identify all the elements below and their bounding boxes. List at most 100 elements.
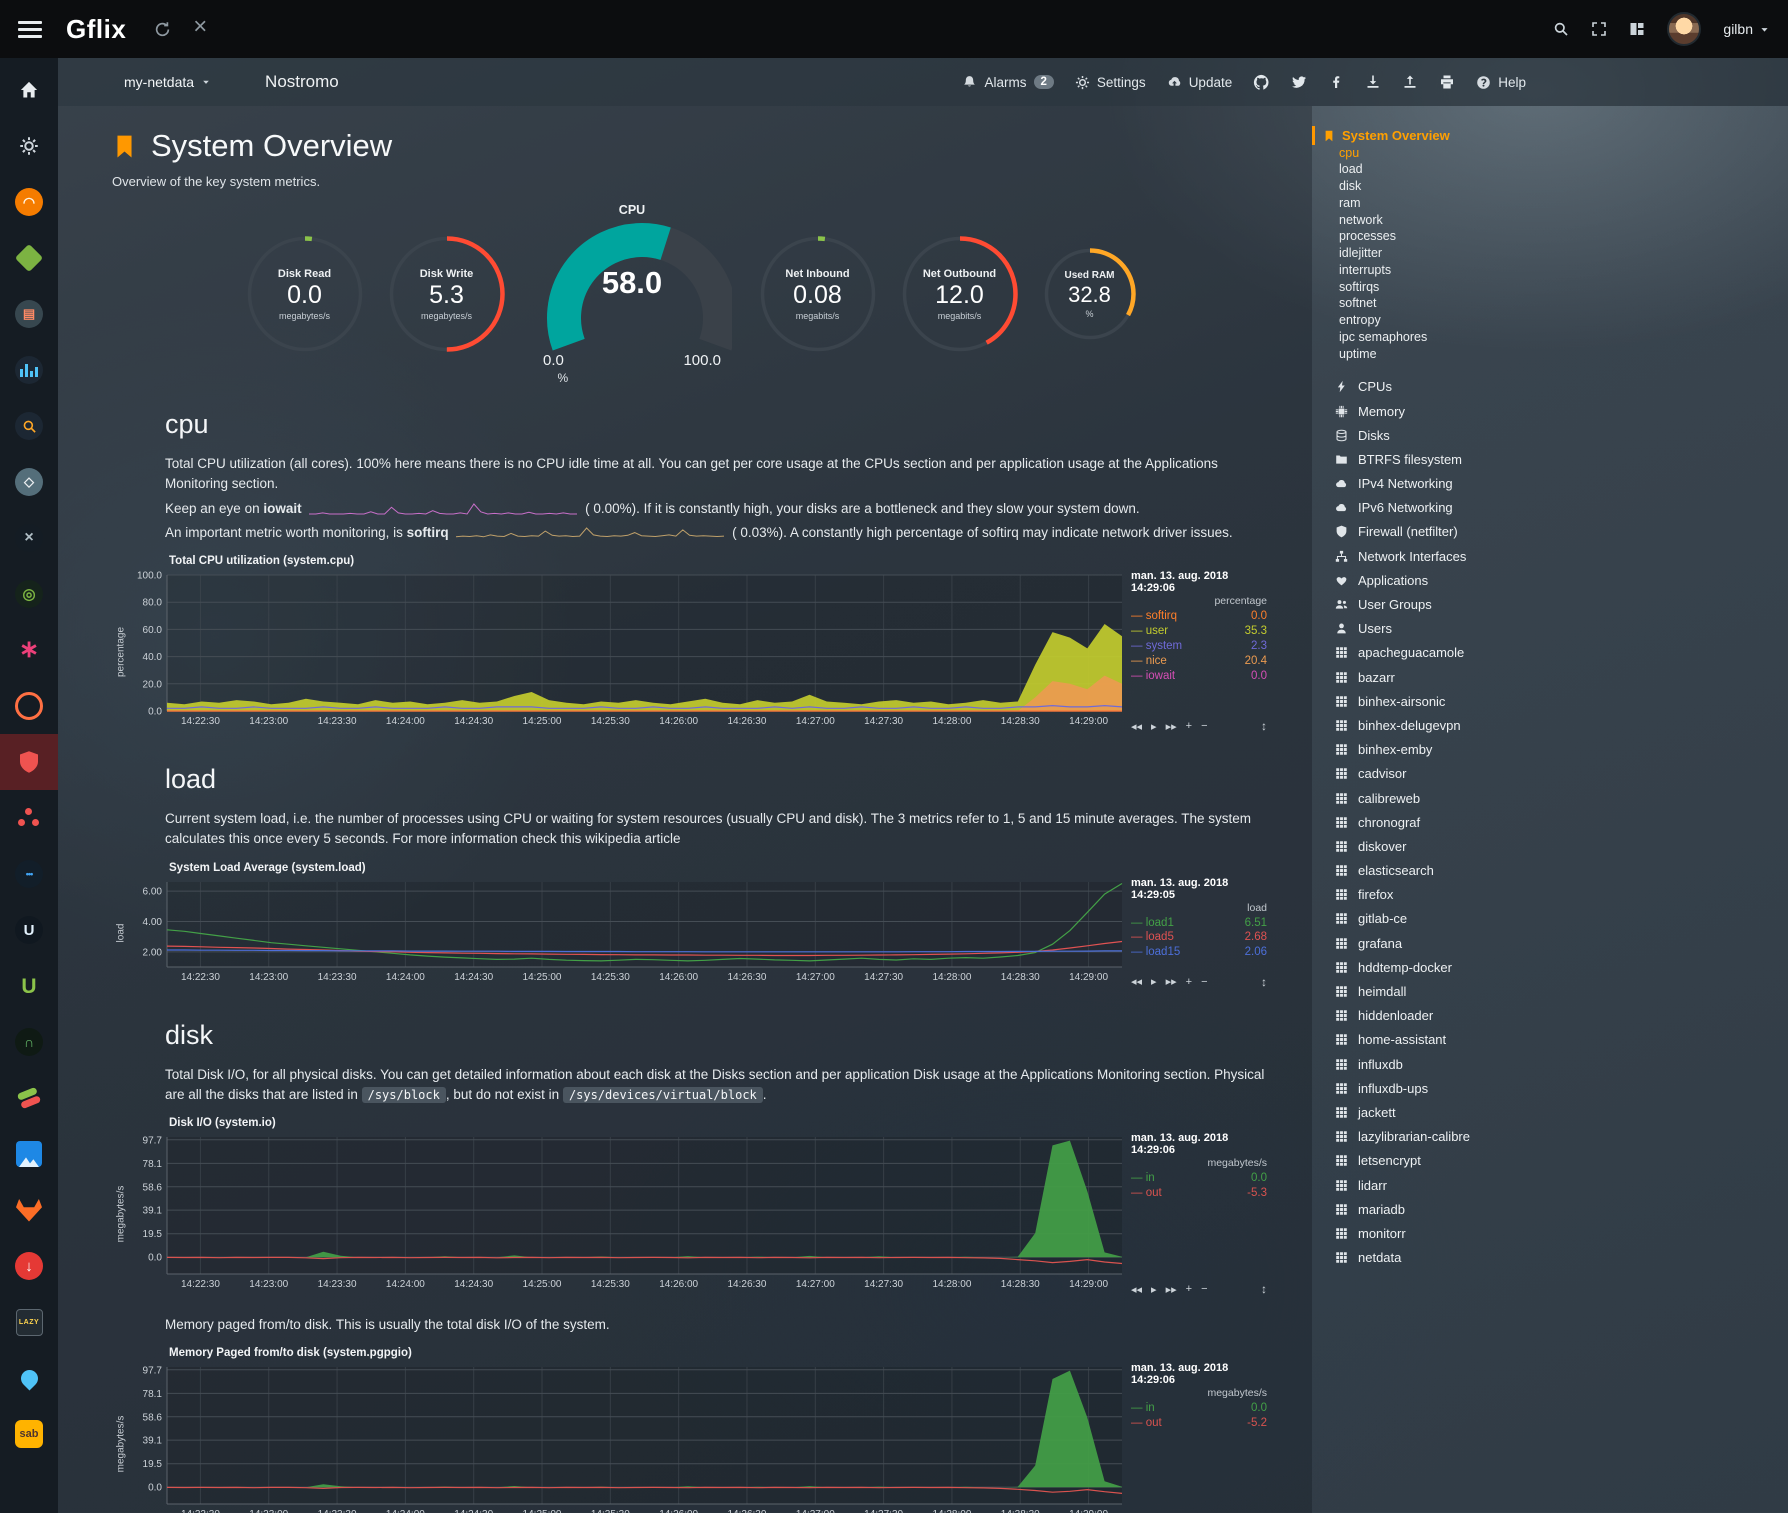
play-icon[interactable]: ▸ bbox=[1151, 1283, 1157, 1296]
cpu-chart[interactable]: Total CPU utilization (system.cpu)percen… bbox=[133, 555, 1270, 734]
sidebar-app-19-icon[interactable] bbox=[0, 1182, 58, 1238]
sidebar-app-14-icon[interactable]: U bbox=[0, 902, 58, 958]
menu-icon[interactable] bbox=[18, 17, 42, 42]
nav-app-elasticsearch[interactable]: elasticsearch bbox=[1312, 859, 1782, 883]
sidebar-app-22-icon[interactable] bbox=[0, 1350, 58, 1406]
nav-app-heimdall[interactable]: heimdall bbox=[1312, 979, 1782, 1003]
zoom-in-icon[interactable]: + bbox=[1186, 976, 1192, 988]
sidebar-app-17-icon[interactable] bbox=[0, 1070, 58, 1126]
nav-app-binhex-emby[interactable]: binhex-emby bbox=[1312, 738, 1782, 762]
sidebar-app-21-icon[interactable]: LAZY bbox=[0, 1294, 58, 1350]
nav-item-ipc-semaphores[interactable]: ipc semaphores bbox=[1312, 329, 1782, 346]
zoom-out-icon[interactable]: − bbox=[1201, 720, 1207, 732]
nav-section-btrfs-filesystem[interactable]: BTRFS filesystem bbox=[1312, 447, 1782, 471]
nav-item-softnet[interactable]: softnet bbox=[1312, 296, 1782, 313]
alarms-button[interactable]: Alarms 2 bbox=[962, 75, 1053, 90]
sidebar-app-2-icon[interactable] bbox=[0, 230, 58, 286]
resize-handle-icon[interactable]: ↕ bbox=[1261, 719, 1267, 733]
nav-app-bazarr[interactable]: bazarr bbox=[1312, 665, 1782, 689]
pan-backward-icon[interactable]: ◂◂ bbox=[1131, 720, 1142, 733]
sidebar-app-6-icon[interactable]: ◇ bbox=[0, 454, 58, 510]
legend-entry-user[interactable]: user35.3 bbox=[1131, 624, 1267, 639]
legend-entry-system[interactable]: system2.3 bbox=[1131, 639, 1267, 654]
nav-app-cadvisor[interactable]: cadvisor bbox=[1312, 762, 1782, 786]
nav-item-network[interactable]: network bbox=[1312, 212, 1782, 229]
pgpgio-plot[interactable]: megabytes/s14:22:3014:23:0014:23:3014:24… bbox=[133, 1361, 1125, 1513]
settings-button[interactable]: Settings bbox=[1075, 75, 1146, 90]
resize-handle-icon[interactable]: ↕ bbox=[1261, 975, 1267, 989]
nav-app-calibreweb[interactable]: calibreweb bbox=[1312, 786, 1782, 810]
sidebar-app-11-icon[interactable] bbox=[0, 734, 58, 790]
nav-section-users[interactable]: Users bbox=[1312, 617, 1782, 641]
nav-app-mariadb[interactable]: mariadb bbox=[1312, 1197, 1782, 1221]
sidebar-app-16-icon[interactable]: ∩ bbox=[0, 1014, 58, 1070]
facebook-icon[interactable] bbox=[1328, 74, 1344, 90]
net-inbound-gauge[interactable]: Net Inbound0.08megabits/s bbox=[759, 235, 877, 353]
legend-entry-load1[interactable]: load16.51 bbox=[1131, 916, 1267, 931]
nav-app-influxdb[interactable]: influxdb bbox=[1312, 1052, 1782, 1076]
net-outbound-gauge[interactable]: Net Outbound12.0megabits/s bbox=[901, 235, 1019, 353]
zoom-in-icon[interactable]: + bbox=[1186, 1283, 1192, 1295]
refresh-icon[interactable] bbox=[154, 21, 171, 38]
user-avatar[interactable] bbox=[1667, 12, 1701, 46]
legend-entry-in[interactable]: in0.0 bbox=[1131, 1401, 1267, 1416]
sidebar-app-1-icon[interactable]: ◠ bbox=[0, 174, 58, 230]
used-ram-gauge[interactable]: Used RAM32.8% bbox=[1043, 247, 1137, 341]
memory-paged-chart[interactable]: Memory Paged from/to disk (system.pgpgio… bbox=[133, 1347, 1270, 1513]
update-button[interactable]: Update bbox=[1167, 75, 1233, 90]
print-icon[interactable] bbox=[1439, 74, 1455, 90]
sidebar-app-15-icon[interactable]: U bbox=[0, 958, 58, 1014]
nav-app-influxdb-ups[interactable]: influxdb-ups bbox=[1312, 1076, 1782, 1100]
disk-plot[interactable]: megabytes/s14:22:3014:23:0014:23:3014:24… bbox=[133, 1131, 1125, 1297]
disk-read-gauge[interactable]: Disk Read0.0megabytes/s bbox=[246, 235, 364, 353]
sidebar-app-23-icon[interactable]: sab bbox=[0, 1406, 58, 1462]
nav-app-hiddenloader[interactable]: hiddenloader bbox=[1312, 1004, 1782, 1028]
nav-section-user-groups[interactable]: User Groups bbox=[1312, 592, 1782, 616]
nav-item-cpu[interactable]: cpu bbox=[1312, 145, 1782, 162]
nav-item-load[interactable]: load bbox=[1312, 162, 1782, 179]
play-icon[interactable]: ▸ bbox=[1151, 975, 1157, 988]
nav-section-ipv4-networking[interactable]: IPv4 Networking bbox=[1312, 472, 1782, 496]
nav-item-disk[interactable]: disk bbox=[1312, 179, 1782, 196]
nav-section-applications[interactable]: Applications bbox=[1312, 568, 1782, 592]
nav-app-firefox[interactable]: firefox bbox=[1312, 883, 1782, 907]
sidebar-settings-icon[interactable] bbox=[0, 118, 58, 174]
nav-section-cpus[interactable]: CPUs bbox=[1312, 375, 1782, 399]
legend-entry-nice[interactable]: nice20.4 bbox=[1131, 654, 1267, 669]
sidebar-app-10-icon[interactable] bbox=[0, 678, 58, 734]
nav-app-diskover[interactable]: diskover bbox=[1312, 834, 1782, 858]
layout-panes-icon[interactable] bbox=[1629, 21, 1645, 37]
nav-section-firewall-netfilter-[interactable]: Firewall (netfilter) bbox=[1312, 520, 1782, 544]
nav-item-entropy[interactable]: entropy bbox=[1312, 313, 1782, 330]
legend-entry-out[interactable]: out-5.3 bbox=[1131, 1186, 1267, 1201]
nav-app-binhex-delugevpn[interactable]: binhex-delugevpn bbox=[1312, 713, 1782, 737]
help-button[interactable]: Help bbox=[1476, 75, 1526, 90]
iowait-sparkline[interactable] bbox=[309, 502, 577, 516]
legend-entry-in[interactable]: in0.0 bbox=[1131, 1171, 1267, 1186]
play-icon[interactable]: ▸ bbox=[1151, 720, 1157, 733]
cpu-plot[interactable]: percentage14:22:3014:23:0014:23:3014:24:… bbox=[133, 569, 1125, 734]
nav-section-disks[interactable]: Disks bbox=[1312, 423, 1782, 447]
pan-backward-icon[interactable]: ◂◂ bbox=[1131, 975, 1142, 988]
cpu-gauge[interactable]: CPU58.00.0100.0% bbox=[530, 203, 735, 385]
sidebar-app-12-icon[interactable] bbox=[0, 790, 58, 846]
legend-entry-softirq[interactable]: softirq0.0 bbox=[1131, 609, 1267, 624]
legend-entry-iowait[interactable]: iowait0.0 bbox=[1131, 669, 1267, 684]
nav-app-apacheguacamole[interactable]: apacheguacamole bbox=[1312, 641, 1782, 665]
disk-write-gauge[interactable]: Disk Write5.3megabytes/s bbox=[388, 235, 506, 353]
sidebar-app-5-icon[interactable] bbox=[0, 398, 58, 454]
sidebar-app-4-icon[interactable] bbox=[0, 342, 58, 398]
nav-item-softirqs[interactable]: softirqs bbox=[1312, 279, 1782, 296]
legend-entry-load5[interactable]: load52.68 bbox=[1131, 930, 1267, 945]
sidebar-home-icon[interactable] bbox=[0, 62, 58, 118]
legend-entry-load15[interactable]: load152.06 bbox=[1131, 945, 1267, 960]
sidebar-app-13-icon[interactable]: ••• bbox=[0, 846, 58, 902]
nav-section-ipv6-networking[interactable]: IPv6 Networking bbox=[1312, 496, 1782, 520]
pan-forward-icon[interactable]: ▸▸ bbox=[1166, 1283, 1177, 1296]
zoom-out-icon[interactable]: − bbox=[1201, 976, 1207, 988]
pan-backward-icon[interactable]: ◂◂ bbox=[1131, 1283, 1142, 1296]
close-icon[interactable]: × bbox=[193, 19, 207, 39]
upload-icon[interactable] bbox=[1402, 74, 1418, 90]
nav-app-chronograf[interactable]: chronograf bbox=[1312, 810, 1782, 834]
softirq-sparkline[interactable] bbox=[456, 526, 724, 540]
